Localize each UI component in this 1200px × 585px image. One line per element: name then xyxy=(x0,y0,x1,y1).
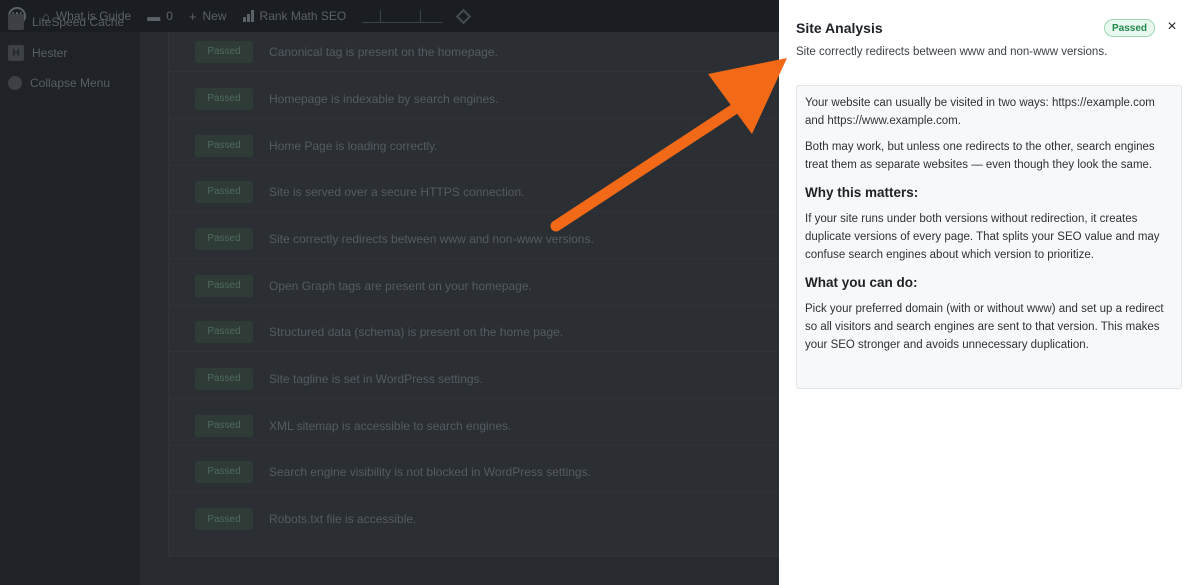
passed-badge: Passed xyxy=(195,274,253,297)
check-row[interactable]: Passed Site is served over a secure HTTP… xyxy=(169,172,781,212)
sidebar-item-label: LiteSpeed Cache xyxy=(32,15,125,29)
what-paragraph: Pick your preferred domain (with or with… xyxy=(805,303,1164,351)
check-row[interactable]: Passed Structured data (schema) is prese… xyxy=(169,312,781,352)
close-icon[interactable]: × xyxy=(1164,17,1180,37)
check-row[interactable]: Passed Open Graph tags are present on yo… xyxy=(169,266,781,306)
check-text: Canonical tag is present on the homepage… xyxy=(269,44,498,59)
check-row[interactable]: Passed Search engine visibility is not b… xyxy=(169,452,781,492)
passed-badge: Passed xyxy=(195,40,253,63)
litespeed-icon xyxy=(8,14,24,30)
check-text: Home Page is loading correctly. xyxy=(269,138,438,153)
hester-icon: H xyxy=(8,45,24,61)
check-text: Homepage is indexable by search engines. xyxy=(269,91,499,106)
site-analysis-drawer: Site Analysis Passed × Site correctly re… xyxy=(779,0,1200,585)
what-heading: What you can do: xyxy=(805,275,918,290)
check-text: Site correctly redirects between www and… xyxy=(269,231,594,246)
status-badge: Passed xyxy=(1104,19,1156,37)
passed-badge: Passed xyxy=(195,460,253,483)
dimmed-content-area: Passed Canonical tag is present on the h… xyxy=(140,32,781,585)
sidebar-item-hester[interactable]: H Hester xyxy=(0,38,140,68)
admin-sidebar: LiteSpeed Cache H Hester Collapse Menu xyxy=(0,14,140,585)
collapse-icon xyxy=(8,76,22,90)
drawer-subtitle: Site correctly redirects between www and… xyxy=(796,46,1108,58)
plus-icon: + xyxy=(188,8,197,24)
check-text: Site is served over a secure HTTPS conne… xyxy=(269,184,525,199)
why-paragraph: If your site runs under both versions wi… xyxy=(805,213,1160,261)
passed-badge: Passed xyxy=(195,227,253,250)
passed-badge: Passed xyxy=(195,367,253,390)
check-text: Robots.txt file is accessible. xyxy=(269,512,417,526)
passed-badge: Passed xyxy=(195,134,253,157)
sidebar-item-label: Collapse Menu xyxy=(30,76,111,90)
passed-badge: Passed xyxy=(195,320,253,343)
why-heading: Why this matters: xyxy=(805,185,919,200)
new-content-link[interactable]: + New xyxy=(189,9,227,24)
seo-score-meter[interactable] xyxy=(362,9,443,23)
checks-panel: Passed Canonical tag is present on the h… xyxy=(168,32,781,557)
check-text: Site tagline is set in WordPress setting… xyxy=(269,371,483,386)
passed-badge: Passed xyxy=(195,87,253,110)
sidebar-item-label: Hester xyxy=(32,46,68,60)
check-text: Search engine visibility is not blocked … xyxy=(269,464,591,479)
passed-badge: Passed xyxy=(195,180,253,203)
rank-math-icon xyxy=(242,10,254,22)
sidebar-item-collapse[interactable]: Collapse Menu xyxy=(0,68,140,98)
intro-paragraph-1: Your website can usually be visited in t… xyxy=(805,97,1155,127)
comment-icon: ▬ xyxy=(147,8,161,24)
check-text: XML sitemap is accessible to search engi… xyxy=(269,418,512,433)
rank-math-link[interactable]: Rank Math SEO xyxy=(242,9,347,23)
check-row[interactable]: Passed Site tagline is set in WordPress … xyxy=(169,359,781,399)
intro-paragraph-2: Both may work, but unless one redirects … xyxy=(805,141,1155,171)
drawer-title: Site Analysis xyxy=(796,20,883,36)
comments-count: 0 xyxy=(166,9,173,23)
diamond-icon[interactable] xyxy=(455,8,472,24)
rank-math-label: Rank Math SEO xyxy=(259,9,347,23)
comments-link[interactable]: ▬ 0 xyxy=(147,9,173,24)
check-row[interactable]: Passed XML sitemap is accessible to sear… xyxy=(169,406,781,446)
check-row[interactable]: Passed Home Page is loading correctly. xyxy=(169,126,781,166)
check-row[interactable]: Passed Robots.txt file is accessible. xyxy=(169,499,781,539)
passed-badge: Passed xyxy=(195,508,253,530)
passed-badge: Passed xyxy=(195,414,253,437)
new-label: New xyxy=(202,9,227,23)
check-text: Structured data (schema) is present on t… xyxy=(269,324,564,339)
explanation-box: Your website can usually be visited in t… xyxy=(796,85,1182,389)
check-text: Open Graph tags are present on your home… xyxy=(269,278,532,293)
check-row[interactable]: Passed Site correctly redirects between … xyxy=(169,219,781,259)
check-row[interactable]: Passed Homepage is indexable by search e… xyxy=(169,79,781,119)
check-row[interactable]: Passed Canonical tag is present on the h… xyxy=(169,32,781,72)
